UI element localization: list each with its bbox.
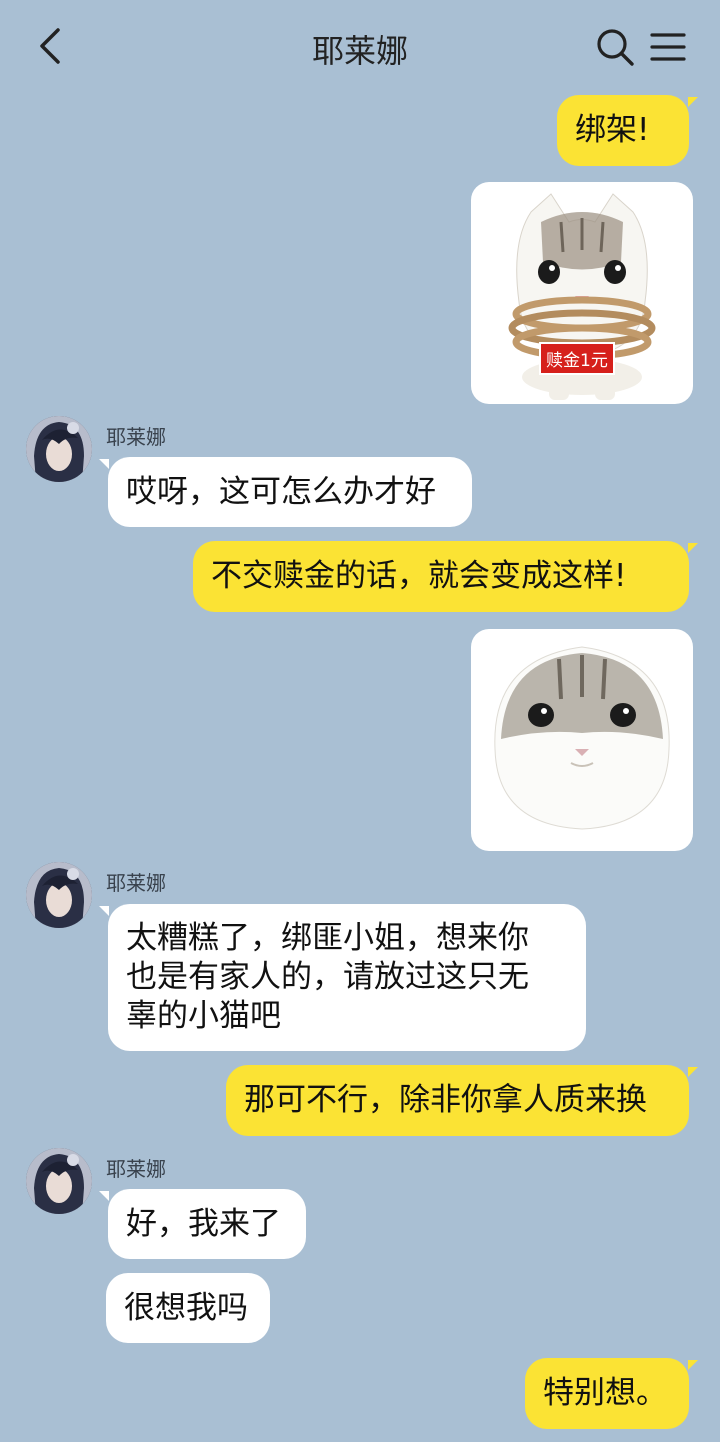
message-bubble-outgoing[interactable]: 不交赎金的话，就会变成这样! bbox=[193, 541, 689, 612]
cat-sticker[interactable] bbox=[471, 629, 693, 851]
search-icon[interactable] bbox=[594, 26, 636, 68]
message-text: 哎呀，这可怎么办才好 bbox=[126, 474, 436, 510]
bubble-tail bbox=[99, 1191, 109, 1201]
message-bubble-incoming[interactable]: 好，我来了 bbox=[108, 1189, 306, 1259]
sender-name: 耶莱娜 bbox=[106, 1157, 166, 1181]
avatar[interactable] bbox=[26, 416, 92, 482]
bubble-tail bbox=[688, 1360, 698, 1370]
message-text: 那可不行，除非你拿人质来换 bbox=[244, 1082, 647, 1118]
message-bubble-outgoing[interactable]: 那可不行，除非你拿人质来换 bbox=[226, 1065, 689, 1136]
message-bubble-outgoing[interactable]: 绑架! bbox=[557, 95, 689, 166]
message-text: 绑架! bbox=[575, 112, 650, 148]
message-bubble-incoming[interactable]: 哎呀，这可怎么办才好 bbox=[108, 457, 472, 527]
sender-name: 耶莱娜 bbox=[106, 871, 166, 895]
cat-sticker[interactable]: 赎金1元 bbox=[471, 182, 693, 404]
sender-name: 耶莱娜 bbox=[106, 425, 166, 449]
message-bubble-incoming[interactable]: 太糟糕了，绑匪小姐，想来你 也是有家人的，请放过这只无 辜的小猫吧 bbox=[108, 904, 586, 1051]
avatar[interactable] bbox=[26, 1148, 92, 1214]
bubble-tail bbox=[688, 1067, 698, 1077]
menu-icon[interactable] bbox=[648, 28, 688, 66]
message-text-line: 辜的小猫吧 bbox=[126, 998, 281, 1034]
message-text-line: 也是有家人的，请放过这只无 bbox=[126, 959, 529, 995]
message-text: 好，我来了 bbox=[126, 1206, 281, 1242]
message-bubble-incoming[interactable]: 很想我吗 bbox=[106, 1273, 270, 1343]
message-text: 不交赎金的话，就会变成这样! bbox=[211, 558, 627, 594]
bubble-tail bbox=[688, 543, 698, 553]
bubble-tail bbox=[99, 906, 109, 916]
message-text: 很想我吗 bbox=[124, 1290, 248, 1326]
message-text: 特别想。 bbox=[543, 1375, 667, 1411]
avatar[interactable] bbox=[26, 862, 92, 928]
bubble-tail bbox=[688, 97, 698, 107]
message-bubble-outgoing[interactable]: 特别想。 bbox=[525, 1358, 689, 1429]
bubble-tail bbox=[99, 459, 109, 469]
message-text-line: 太糟糕了，绑匪小姐，想来你 bbox=[126, 920, 529, 956]
ransom-tag: 赎金1元 bbox=[539, 342, 615, 375]
